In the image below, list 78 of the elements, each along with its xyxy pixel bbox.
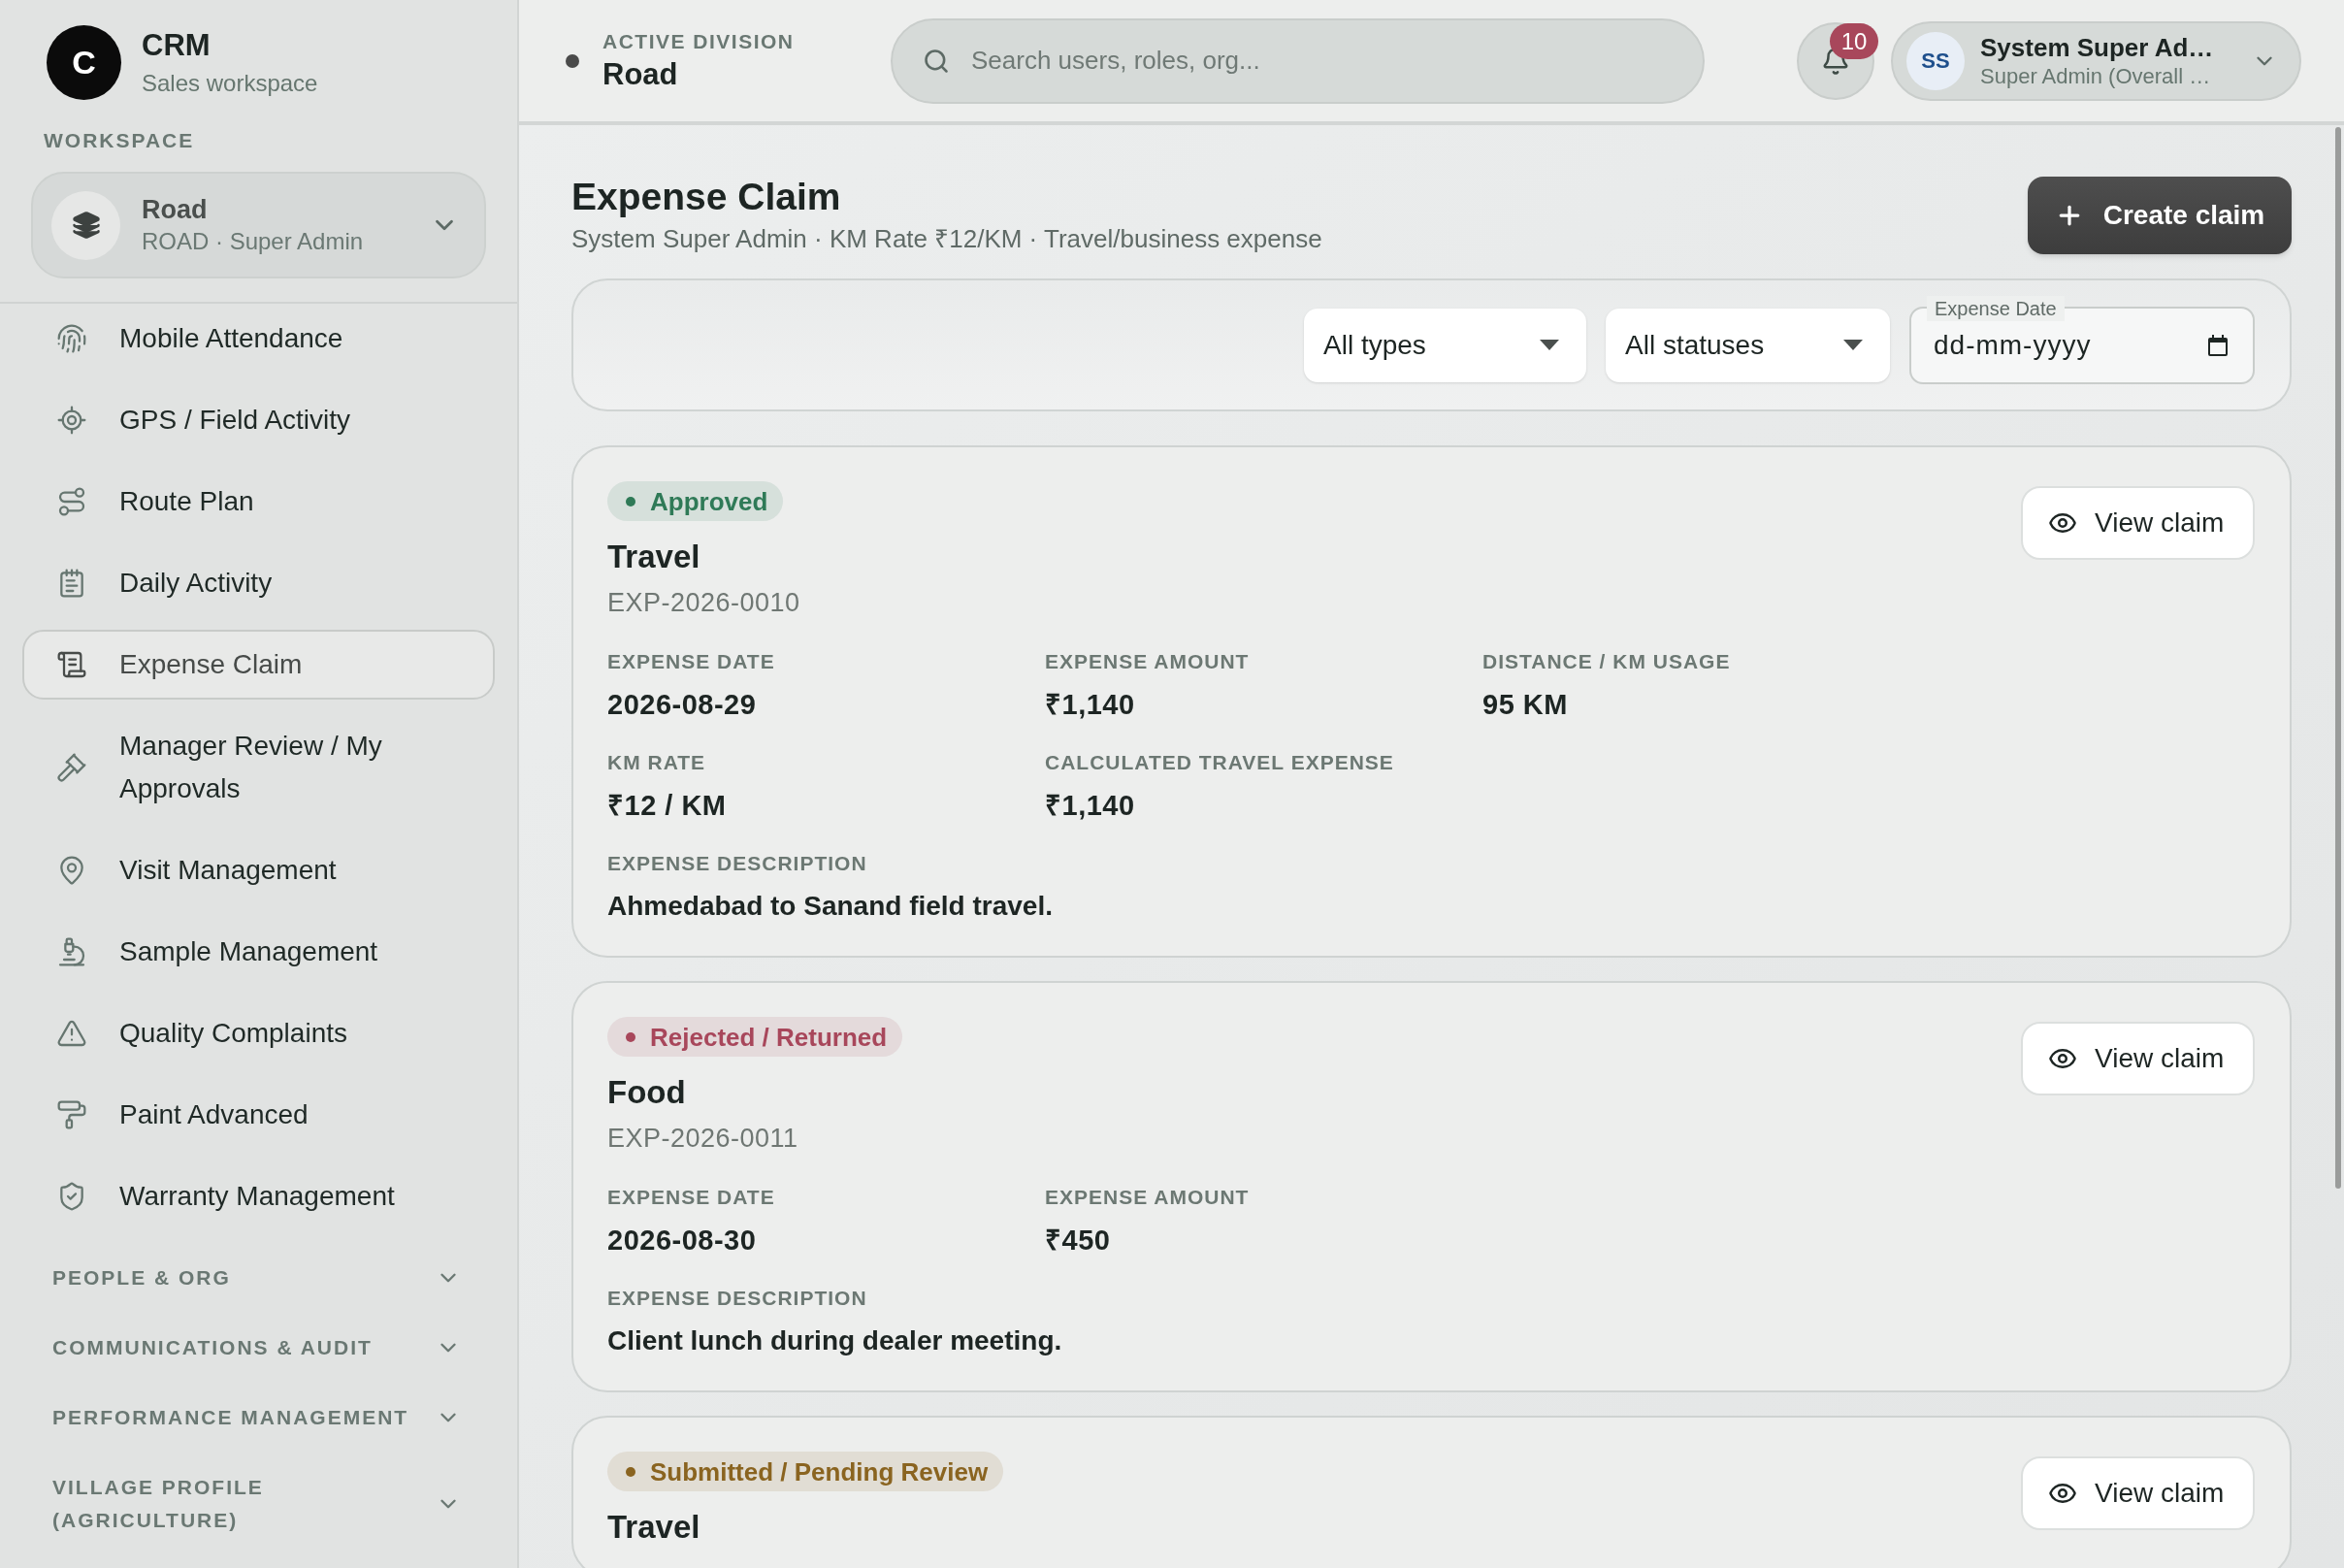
field-value: 95 KM xyxy=(1482,688,1568,722)
field-label: EXPENSE DATE xyxy=(607,1185,775,1210)
caret-icon xyxy=(1843,340,1863,350)
type-select[interactable]: All types xyxy=(1304,308,1586,382)
nav-item[interactable]: Sample Management xyxy=(22,917,495,987)
search-icon xyxy=(923,47,950,75)
claim-id: EXP-2026-0010 xyxy=(607,587,800,619)
nav-item[interactable]: Route Plan xyxy=(22,467,495,537)
status-label: Rejected / Returned xyxy=(650,1021,888,1054)
section-header[interactable]: COMMUNICATIONS & AUDIT xyxy=(22,1313,495,1383)
field-label: CALCULATED TRAVEL EXPENSE xyxy=(1045,750,1394,775)
nav-item[interactable]: Expense Claim xyxy=(22,630,495,700)
claim-title: Travel xyxy=(607,1509,700,1546)
claim-title: Travel xyxy=(607,539,700,575)
workspace-select[interactable]: Road ROAD · Super Admin xyxy=(31,172,486,278)
caret-icon xyxy=(1540,340,1559,350)
nav-item[interactable]: GPS / Field Activity xyxy=(22,385,495,455)
nav-item[interactable]: Mobile Attendance xyxy=(22,304,495,374)
user-menu-button[interactable]: SS System Super Ad… Super Admin (Overall … xyxy=(1891,20,2301,101)
calendar-icon xyxy=(2208,334,2228,356)
nav-item[interactable]: Visit Management xyxy=(22,835,495,905)
user-name: System Super Ad… xyxy=(1980,31,2214,63)
paint-roller-icon xyxy=(56,1099,87,1130)
scrollbar-thumb[interactable] xyxy=(2335,127,2341,1189)
gavel-icon xyxy=(56,752,87,783)
claim-id: EXP-2026-0011 xyxy=(607,1123,798,1155)
workspace-detail: ROAD · Super Admin xyxy=(142,227,365,256)
field-label: EXPENSE DATE xyxy=(607,649,775,674)
section-label: WORKSPACE xyxy=(44,129,195,152)
crosshair-icon xyxy=(56,405,87,436)
view-claim-button[interactable]: View claim xyxy=(2021,1456,2255,1530)
nav-item[interactable]: Warranty Management xyxy=(22,1161,495,1231)
page-title: Expense Claim xyxy=(571,175,841,219)
nav-item[interactable]: Quality Complaints xyxy=(22,998,495,1068)
field-label: EXPENSE AMOUNT xyxy=(1045,1185,1250,1210)
page-subtitle: System Super Admin · KM Rate ₹12/KM · Travel/business expense xyxy=(571,223,1322,255)
description-text: Client lunch during dealer meeting. xyxy=(607,1324,1062,1357)
workspace-name: Road xyxy=(142,194,209,226)
route-icon xyxy=(56,486,87,517)
field-value: ₹12 / KM xyxy=(607,789,727,823)
view-claim-button[interactable]: View claim xyxy=(2021,1022,2255,1095)
status-label: Approved xyxy=(650,485,768,518)
status-select[interactable]: All statuses xyxy=(1606,308,1890,382)
app-title: CRM xyxy=(142,26,212,64)
user-role: Super Admin (Overall … xyxy=(1980,62,2211,90)
field-value: ₹450 xyxy=(1045,1224,1111,1258)
date-field-label: Expense Date xyxy=(1927,295,2065,321)
app-subtitle: Sales workspace xyxy=(142,68,318,98)
field-label: EXPENSE AMOUNT xyxy=(1045,649,1250,674)
fingerprint-icon xyxy=(56,323,87,354)
section-header[interactable]: PEOPLE & ORG xyxy=(22,1243,495,1313)
field-value: ₹1,140 xyxy=(1045,688,1135,722)
nav-item[interactable]: Paint Advanced xyxy=(22,1080,495,1150)
field-label: KM RATE xyxy=(607,750,706,775)
section-header[interactable]: PERFORMANCE MANAGEMENT xyxy=(22,1383,495,1453)
microscope-icon xyxy=(56,936,87,967)
field-label: DISTANCE / KM USAGE xyxy=(1482,649,1731,674)
field-value: 2026-08-30 xyxy=(607,1224,757,1258)
field-value: ₹1,140 xyxy=(1045,789,1135,823)
warning-icon xyxy=(56,1018,87,1049)
section-header[interactable]: VILLAGE PROFILE (AGRICULTURE) xyxy=(22,1453,495,1555)
create-claim-button[interactable]: Create claim xyxy=(2028,177,2292,254)
nav-item[interactable]: Manager Review / My Approvals xyxy=(22,711,495,824)
field-label: EXPENSE DESCRIPTION xyxy=(607,1286,867,1311)
view-claim-button[interactable]: View claim xyxy=(2021,486,2255,560)
field-value: 2026-08-29 xyxy=(607,688,757,722)
nav-item[interactable]: Daily Activity xyxy=(22,548,495,618)
claim-title: Food xyxy=(607,1074,686,1111)
logo-avatar: C xyxy=(47,25,121,100)
division-name: Road xyxy=(602,55,678,93)
notification-badge: 10 xyxy=(1830,22,1878,59)
description-text: Ahmedabad to Sanand field travel. xyxy=(607,890,1053,923)
division-label: ACTIVE DIVISION xyxy=(602,28,795,54)
field-label: EXPENSE DESCRIPTION xyxy=(607,851,867,876)
search-field[interactable]: Search users, roles, org... xyxy=(891,17,1705,104)
receipt-icon xyxy=(56,649,87,680)
user-avatar: SS xyxy=(1906,31,1965,90)
status-label: Submitted / Pending Review xyxy=(650,1455,989,1488)
